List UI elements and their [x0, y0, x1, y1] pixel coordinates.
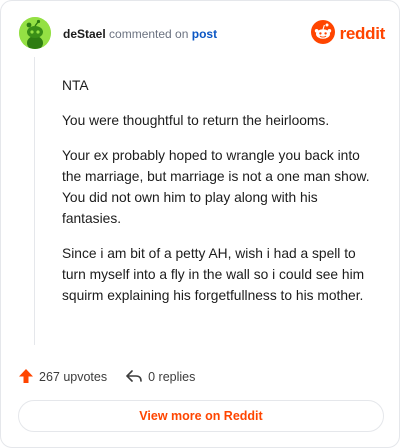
snoo-avatar-icon[interactable] [19, 17, 51, 49]
comment-body: NTA You were thoughtful to return the he… [62, 75, 374, 320]
comment-meta: deStael commented on post [63, 26, 217, 42]
comment-header: deStael commented on post reddit [19, 17, 385, 51]
comment-paragraph: Since i am bit of a petty AH, wish i had… [62, 246, 365, 303]
reddit-brand[interactable]: reddit [310, 19, 386, 49]
brand-name: reddit [339, 24, 386, 43]
comment-paragraph: You were thoughtful to return the heirlo… [62, 113, 330, 128]
post-link[interactable]: post [192, 27, 217, 41]
action-text: commented on [109, 27, 189, 41]
reddit-logo-icon [310, 19, 335, 49]
upvotes-count: 267 upvotes [39, 370, 108, 384]
embedded-comment-card: deStael commented on post reddit NTA You… [0, 0, 400, 448]
comment-stats: 267 upvotes 0 replies [18, 366, 195, 388]
reply-arrow-icon [125, 368, 143, 387]
username[interactable]: deStael [63, 27, 106, 41]
comment-paragraph: NTA [62, 78, 89, 93]
thread-line [34, 57, 35, 345]
replies-stat[interactable]: 0 replies [125, 368, 195, 387]
replies-count: 0 replies [148, 370, 196, 384]
upvotes-stat[interactable]: 267 upvotes [18, 368, 107, 387]
view-more-button[interactable]: View more on Reddit [18, 400, 384, 432]
upvote-arrow-icon [18, 368, 34, 387]
comment-paragraph: Your ex probably hoped to wrangle you ba… [62, 148, 370, 226]
